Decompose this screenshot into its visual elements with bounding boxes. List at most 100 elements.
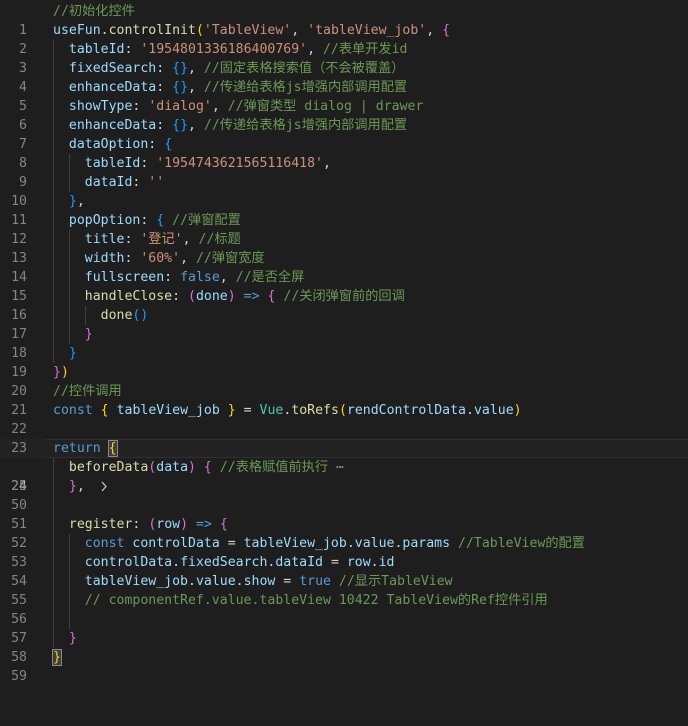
property-key: popOption [68,213,141,228]
string-literal: '60%' [140,251,181,266]
string-literal: 'TableView' [203,23,292,38]
code-line-22[interactable]: 22 const { tableView_job } = Vue.toRefs(… [0,401,688,437]
code-line-11[interactable]: 11 }, [0,192,688,228]
code-line-17[interactable]: 17 done() [0,306,688,342]
comment: //固定表格搜索值（不会被覆盖） [203,61,405,76]
property: dataId [275,555,323,570]
code-line-25-folded[interactable]: 25 beforeData(data) { //表格赋值前执行 ⋯ [0,458,688,494]
code-line-53[interactable]: 53 const controlData = tableView_job.val… [0,534,688,570]
code-line-16[interactable]: 16 handleClose: (done) => { //关闭弹窗前的回调 [0,287,688,323]
chevron-right-icon[interactable] [36,458,107,492]
property: value [473,403,514,418]
string-literal: '' [148,175,165,190]
code-line-14[interactable]: 14 width: '60%', //弹窗宽度 [0,249,688,285]
boolean-literal: false [180,270,220,285]
code-line-15[interactable]: 15 fullscreen: false, //是否全屏 [0,268,688,304]
boolean-literal: true [299,574,331,589]
comment: //表格赋值前执行 [219,460,329,475]
comment: //传递给表格js增强内部调用配置 [203,80,408,95]
keyword: const [53,403,93,418]
string-literal: '登记' [140,232,183,247]
property: value [354,536,395,551]
code-line-56[interactable]: 56 // componentRef.value.tableView 10422… [0,591,688,627]
identifier: tableView_job [116,403,220,418]
code-line-13[interactable]: 13 title: '登记', //标题 [0,230,688,266]
function-name: controlInit [108,23,196,38]
code-line-52[interactable]: 52 register: (row) => { [0,515,688,551]
property: id [378,555,395,570]
code-line-8[interactable]: 8 dataOption: { [0,135,688,171]
comment: //是否全屏 [235,270,305,285]
comment: //控件调用 [53,384,122,399]
property-key: dataOption [68,137,149,152]
code-line-1[interactable]: 1 //初始化控件 [0,2,688,38]
code-line-57[interactable]: 57 [0,610,688,646]
property: show [243,574,276,589]
identifier: row [346,555,371,570]
code-line-50[interactable]: 50 }, [0,477,688,513]
comment: //传递给表格js增强内部调用配置 [203,118,408,133]
comment: //标题 [198,232,241,247]
code-line-58[interactable]: 58 } [0,629,688,665]
comment: // componentRef.value.tableView 10422 Ta… [84,593,548,608]
property-key: fullscreen [84,270,165,285]
identifier: Vue [259,403,284,418]
property: fixedSearch [180,555,268,570]
comment: //初始化控件 [53,4,135,19]
code-line-2[interactable]: 2 useFun.controlInit('TableView', 'table… [0,21,688,57]
code-line-4[interactable]: 4 fixedSearch: {}, //固定表格搜索值（不会被覆盖） [0,59,688,95]
comment: //弹窗类型 dialog | drawer [227,99,424,114]
identifier: rendControlData [346,403,466,418]
function-name: beforeData [68,460,149,475]
code-line-7[interactable]: 7 enhanceData: {}, //传递给表格js增强内部调用配置 [0,116,688,152]
code-line-20[interactable]: 20 }) [0,363,688,399]
comment: //TableView的配置 [458,536,585,551]
code-line-10[interactable]: 10 dataId: '' [0,173,688,209]
parameter: data [156,460,189,475]
code-line-54[interactable]: 54 controlData.fixedSearch.dataId = row.… [0,553,688,589]
code-line-3[interactable]: 3 tableId: '1954801336186400769', //表单开发… [0,40,688,76]
code-line-23[interactable]: 23 [0,420,688,456]
code-lines[interactable]: 1 //初始化控件 2 useFun.controlInit('TableVie… [0,2,688,684]
property-key: width [84,251,125,266]
code-line-19[interactable]: 19 } [0,344,688,380]
code-line-12[interactable]: 12 popOption: { //弹窗配置 [0,211,688,247]
matched-bracket: } [52,649,62,666]
identifier: useFun [53,23,101,38]
code-line-5[interactable]: 5 enhanceData: {}, //传递给表格js增强内部调用配置 [0,78,688,114]
code-line-51[interactable]: 51 [0,496,688,532]
function-name: register [68,517,133,532]
comment: //表单开发id [322,42,408,57]
comment: //显示TableView [338,574,453,589]
identifier: tableView_job [84,574,188,589]
property-key: title [84,232,125,247]
code-line-55[interactable]: 55 tableView_job.value.show = true //显示T… [0,572,688,608]
property-key: enhanceData [68,118,157,133]
property-key: handleClose [84,289,173,304]
code-line-21[interactable]: 21 //控件调用 [0,382,688,418]
code-line-59[interactable]: 59 } [0,648,688,684]
comment: //关闭弹窗前的回调 [283,289,405,304]
comment: //弹窗配置 [172,213,241,228]
code-line-9[interactable]: 9 tableId: '1954743621565116418', [0,154,688,190]
comment: //弹窗宽度 [195,251,265,266]
code-line-24-current[interactable]: 24 return { [0,439,688,494]
function-call: done [100,308,133,323]
string-literal: 'dialog' [148,99,212,114]
property-key: tableId [84,156,141,171]
property-key: dataId [84,175,133,190]
property-key: fixedSearch [68,61,157,76]
matched-bracket: { [107,440,118,457]
keyword: return [53,441,101,456]
folded-region-ellipsis[interactable]: ⋯ [336,460,344,475]
function-name: toRefs [291,403,339,418]
identifier: tableView_job [243,536,347,551]
string-literal: 'tableView_job' [307,23,427,38]
string-literal: '1954743621565116418' [156,156,323,171]
property: params [402,536,451,551]
code-line-18[interactable]: 18 } [0,325,688,361]
property-key: tableId [68,42,125,57]
parameter: row [156,517,181,532]
code-editor[interactable]: 1 //初始化控件 2 useFun.controlInit('TableVie… [0,0,688,726]
code-line-6[interactable]: 6 showType: 'dialog', //弹窗类型 dialog | dr… [0,97,688,133]
